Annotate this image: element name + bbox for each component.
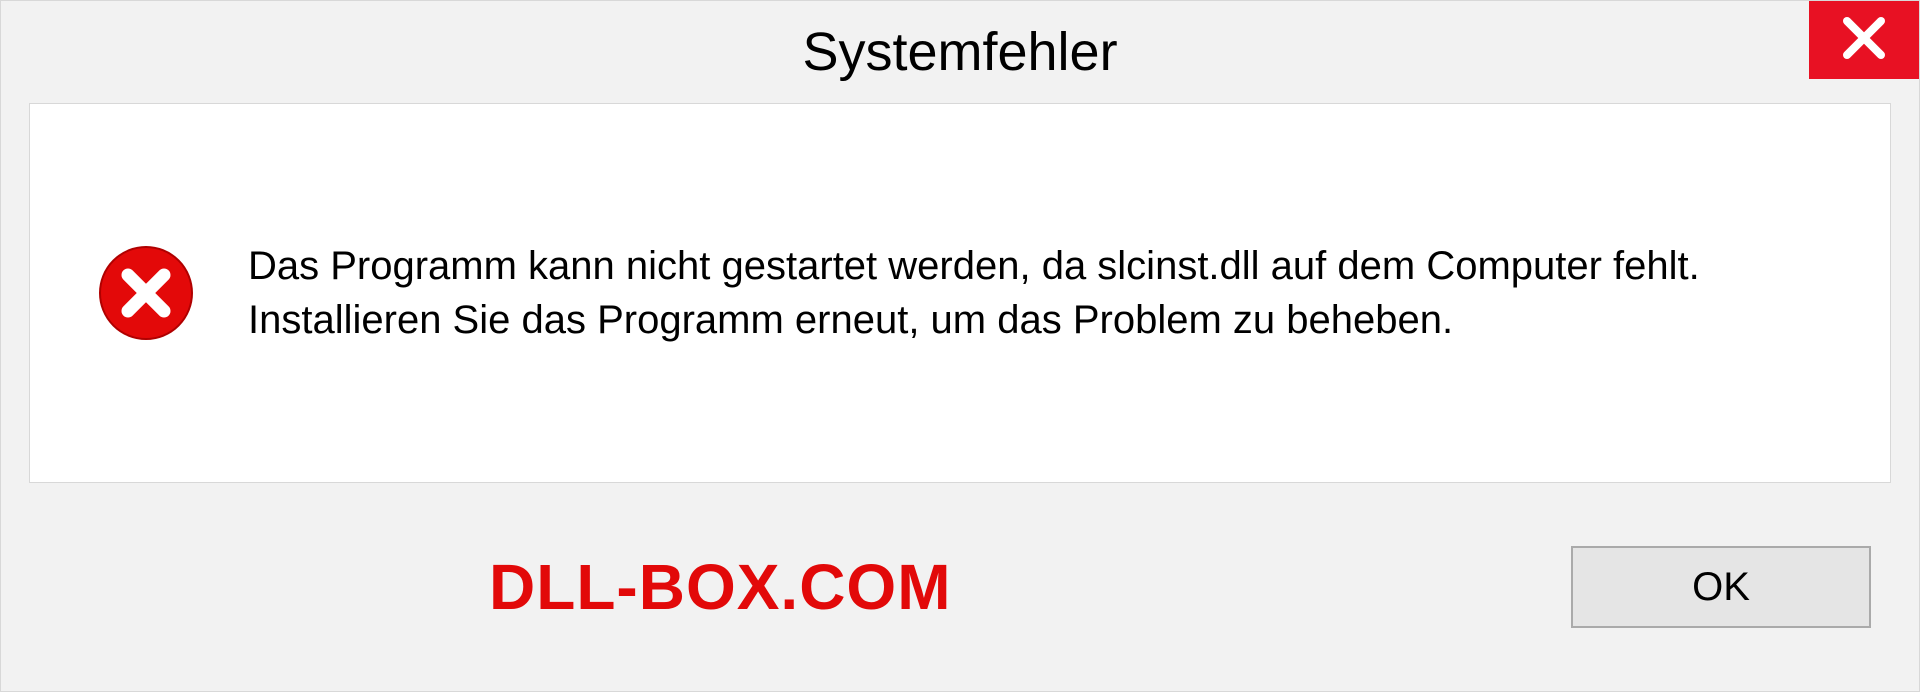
footer: DLL-BOX.COM OK (1, 483, 1919, 691)
error-message: Das Programm kann nicht gestartet werden… (248, 239, 1768, 347)
error-dialog: Systemfehler Das Programm kann nicht ges… (0, 0, 1920, 692)
dialog-title: Systemfehler (802, 21, 1117, 83)
watermark-text: DLL-BOX.COM (489, 550, 952, 624)
close-icon (1841, 15, 1887, 66)
titlebar: Systemfehler (1, 1, 1919, 103)
close-button[interactable] (1809, 1, 1919, 79)
content-area: Das Programm kann nicht gestartet werden… (29, 103, 1891, 483)
ok-button[interactable]: OK (1571, 546, 1871, 628)
error-icon (98, 245, 194, 341)
